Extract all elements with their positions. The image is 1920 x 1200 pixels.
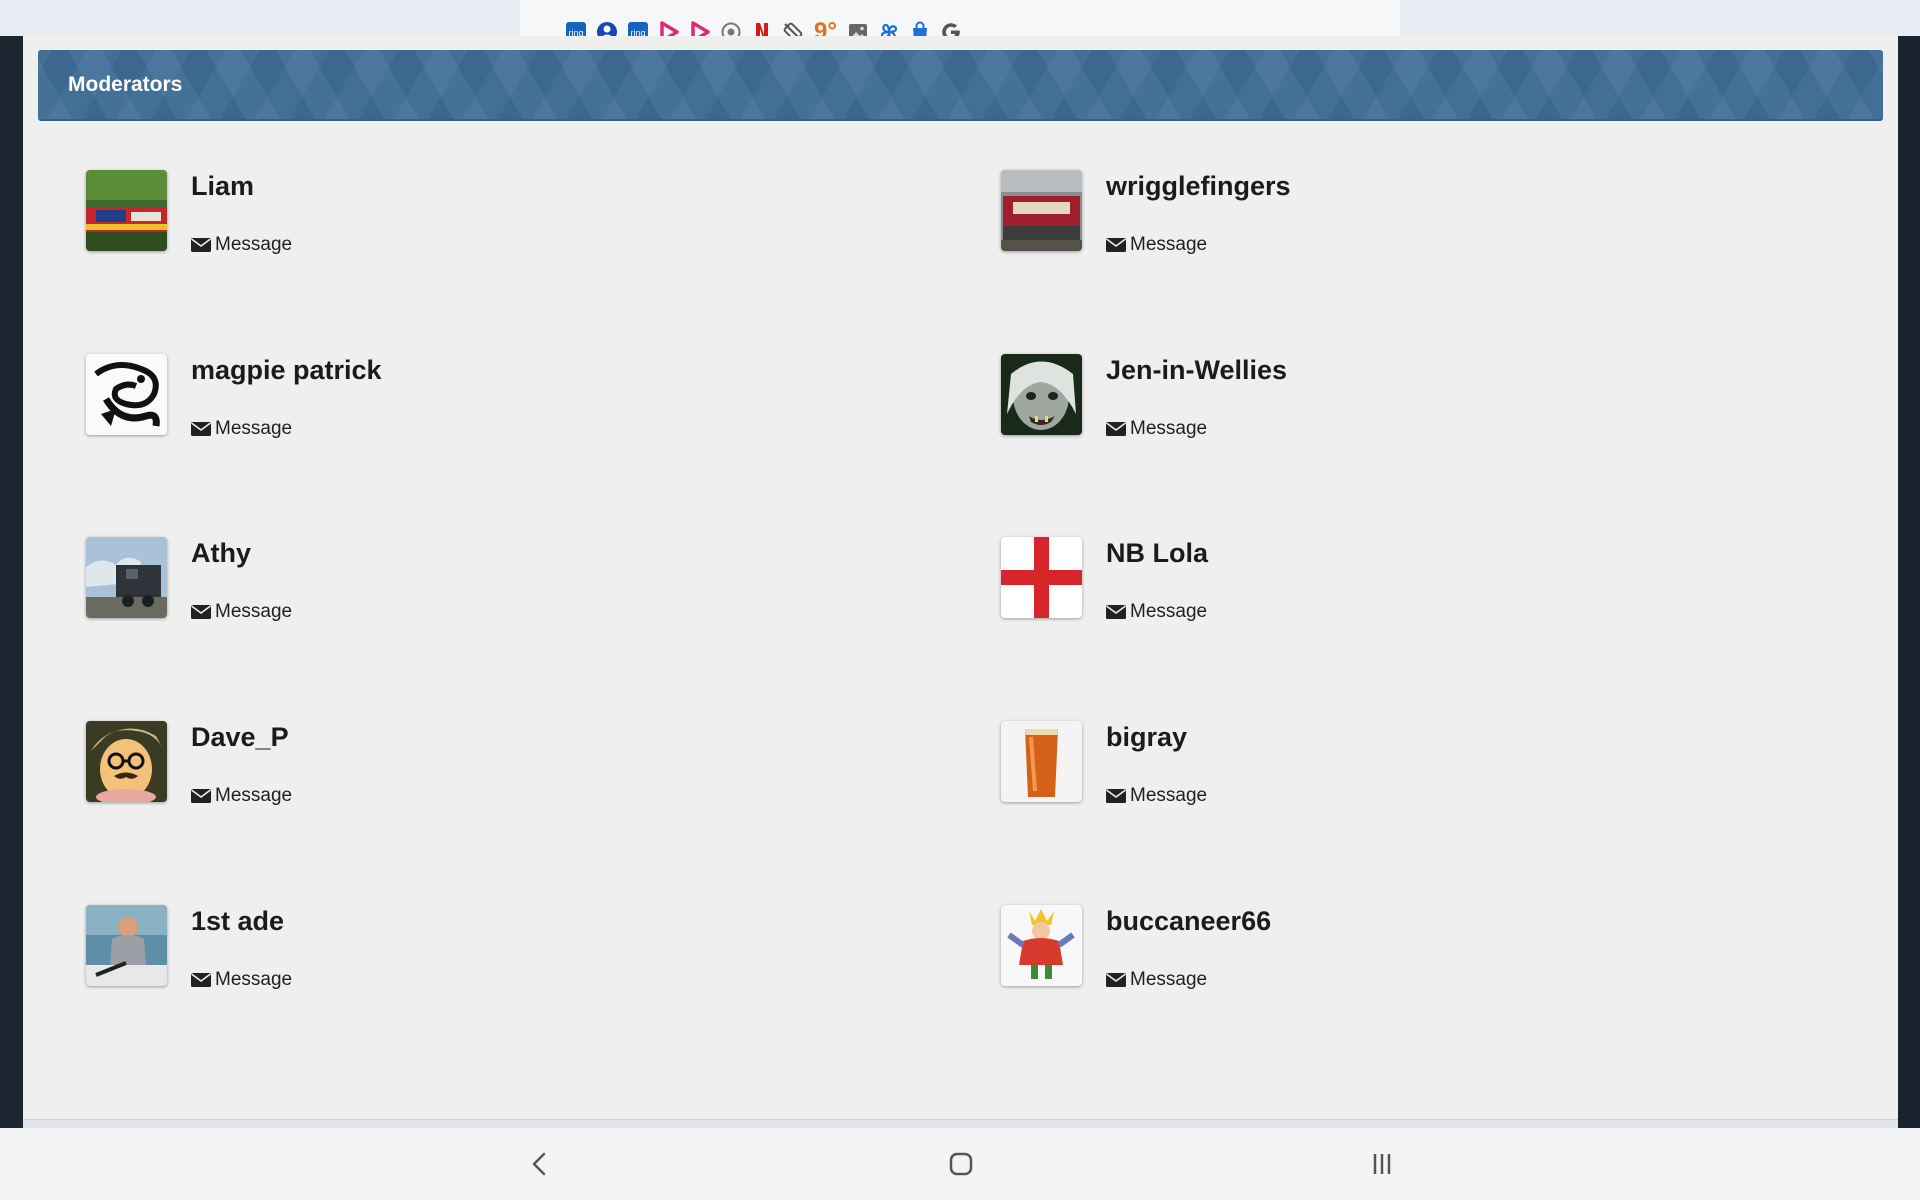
envelope-icon <box>1106 604 1126 620</box>
navigation-bar <box>0 1128 1920 1200</box>
magpie-drawing-avatar[interactable] <box>86 354 167 435</box>
member-name[interactable]: buccaneer66 <box>1106 905 1271 937</box>
message-label: Message <box>215 418 293 439</box>
disguise-glasses-avatar[interactable] <box>86 721 167 802</box>
member-item: wrigglefingers Message <box>1001 170 1701 270</box>
narrowboat-avatar[interactable] <box>86 170 167 251</box>
monster-face-avatar[interactable] <box>1001 354 1082 435</box>
member-item: 1st ade Message <box>86 905 786 1005</box>
member-item: buccaneer66 Message <box>1001 905 1701 1005</box>
member-item: Athy Message <box>86 537 786 637</box>
message-button[interactable]: Message <box>1106 785 1207 807</box>
message-label: Message <box>1130 234 1208 255</box>
message-label: Message <box>1130 601 1208 622</box>
message-label: Message <box>215 601 293 622</box>
member-item: magpie patrick Message <box>86 354 786 454</box>
member-name[interactable]: Jen-in-Wellies <box>1106 354 1287 386</box>
member-name[interactable]: wrigglefingers <box>1106 170 1291 202</box>
envelope-icon <box>191 237 211 253</box>
message-button[interactable]: Message <box>1106 969 1207 991</box>
moderators-header: Moderators <box>38 50 1883 121</box>
member-name[interactable]: Athy <box>191 537 251 569</box>
pint-glass-avatar[interactable] <box>1001 721 1082 802</box>
envelope-icon <box>1106 421 1126 437</box>
boat-sign-avatar[interactable] <box>1001 170 1082 251</box>
st-george-cross-avatar[interactable] <box>1001 537 1082 618</box>
window-edge <box>1898 36 1920 1128</box>
member-name[interactable]: 1st ade <box>191 905 284 937</box>
message-label: Message <box>215 234 293 255</box>
member-name[interactable]: magpie patrick <box>191 354 382 386</box>
member-item: Dave_P Message <box>86 721 786 821</box>
message-button[interactable]: Message <box>191 969 292 991</box>
message-label: Message <box>1130 969 1208 990</box>
back-icon[interactable] <box>518 1142 562 1186</box>
message-label: Message <box>215 785 293 806</box>
man-in-boat-avatar[interactable] <box>86 905 167 986</box>
member-name[interactable]: Dave_P <box>191 721 289 753</box>
message-label: Message <box>215 969 293 990</box>
envelope-icon <box>1106 788 1126 804</box>
message-button[interactable]: Message <box>191 418 292 440</box>
recents-icon[interactable] <box>1360 1142 1404 1186</box>
envelope-icon <box>191 972 211 988</box>
envelope-icon <box>191 788 211 804</box>
envelope-icon <box>191 604 211 620</box>
home-icon[interactable] <box>939 1142 983 1186</box>
member-item: bigray Message <box>1001 721 1701 821</box>
message-button[interactable]: Message <box>1106 234 1207 256</box>
member-name[interactable]: Liam <box>191 170 254 202</box>
cartoon-character-avatar[interactable] <box>1001 905 1082 986</box>
message-button[interactable]: Message <box>191 785 292 807</box>
envelope-icon <box>1106 237 1126 253</box>
message-button[interactable]: Message <box>1106 601 1207 623</box>
member-item: Liam Message <box>86 170 786 270</box>
member-name[interactable]: bigray <box>1106 721 1187 753</box>
message-label: Message <box>1130 418 1208 439</box>
steam-train-avatar[interactable] <box>86 537 167 618</box>
page-title: Moderators <box>68 73 183 96</box>
message-button[interactable]: Message <box>191 234 292 256</box>
envelope-icon <box>1106 972 1126 988</box>
member-name[interactable]: NB Lola <box>1106 537 1208 569</box>
message-label: Message <box>1130 785 1208 806</box>
message-button[interactable]: Message <box>191 601 292 623</box>
message-button[interactable]: Message <box>1106 418 1207 440</box>
member-item: Jen-in-Wellies Message <box>1001 354 1701 454</box>
envelope-icon <box>191 421 211 437</box>
forum-page: Moderators Liam Message wrigglefingers M… <box>23 36 1898 1129</box>
member-item: NB Lola Message <box>1001 537 1701 637</box>
